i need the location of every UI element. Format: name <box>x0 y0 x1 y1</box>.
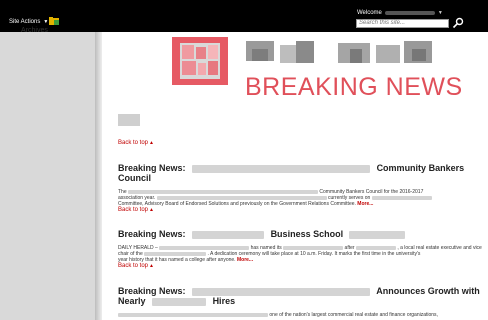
arrow-up-icon: ▲ <box>149 207 154 213</box>
redacted-text <box>192 287 371 296</box>
search-input[interactable]: Search this site... <box>356 19 449 28</box>
back-to-top-link[interactable]: Back to top ▲ <box>118 207 154 213</box>
redacted-text <box>118 312 268 317</box>
nav-archives-link[interactable]: Archives <box>21 27 48 34</box>
article-body: one of the nation's largest commercial r… <box>118 312 438 318</box>
headline-prefix: Breaking News: <box>118 229 186 239</box>
folder-icon[interactable] <box>49 17 59 25</box>
article-headline[interactable]: Breaking News: Business School <box>118 229 405 239</box>
article-body: Committee, Advisory Board of Endorsed So… <box>118 201 373 207</box>
site-actions-label: Site Actions <box>9 19 41 25</box>
back-to-top-label: Back to top <box>118 263 149 269</box>
article-headline[interactable]: Breaking News: Announces Growth with <box>118 286 480 296</box>
headline-suffix: Announces Growth with <box>376 286 480 296</box>
user-name-redacted <box>384 11 435 15</box>
more-link[interactable]: More... <box>237 257 253 263</box>
headline-line2-start: Nearly <box>118 296 146 306</box>
banner-title: BREAKING NEWS <box>245 73 463 101</box>
search-placeholder: Search this site... <box>359 20 406 26</box>
headline-line2-end: Hires <box>212 296 236 306</box>
headline-suffix: Business School <box>270 229 344 239</box>
body-text-segment: one of the nation's largest commercial r… <box>269 312 438 318</box>
more-link[interactable]: More... <box>357 201 373 207</box>
left-navigation: Archives <box>0 27 95 320</box>
redacted-text <box>192 230 265 239</box>
back-to-top-link[interactable]: Back to top ▲ <box>118 140 154 146</box>
banner-org-name-redacted <box>246 41 432 63</box>
article-headline-line2[interactable]: Council <box>118 173 151 183</box>
redacted-text <box>192 164 371 173</box>
arrow-up-icon: ▲ <box>149 263 154 269</box>
redacted-text <box>283 245 344 250</box>
search-icon[interactable] <box>452 17 464 29</box>
redacted-text <box>156 195 327 200</box>
article-headline[interactable]: Breaking News: Community Bankers <box>118 163 464 173</box>
redacted-text <box>348 230 405 239</box>
headline-prefix: Breaking News: <box>118 286 186 296</box>
redacted-text <box>128 189 319 194</box>
redacted-text <box>371 195 432 200</box>
redacted-text <box>144 251 207 256</box>
back-to-top-label: Back to top <box>118 207 149 213</box>
chevron-down-icon: ▼ <box>437 10 443 16</box>
headline-prefix: Breaking News: <box>118 163 186 173</box>
thumbnail-redacted <box>118 114 140 126</box>
nav-divider <box>95 32 102 320</box>
back-to-top-link[interactable]: Back to top ▲ <box>118 263 154 269</box>
article-headline-line2[interactable]: Nearly Hires <box>118 296 235 306</box>
headline-line2: Council <box>118 173 151 183</box>
headline-suffix: Community Bankers <box>376 163 465 173</box>
redacted-text <box>159 245 250 250</box>
site-actions-menu[interactable]: Site Actions ▼ <box>9 19 48 25</box>
redacted-text <box>355 245 396 250</box>
arrow-up-icon: ▲ <box>149 140 154 146</box>
redacted-text <box>152 297 207 306</box>
banner-logo-image <box>172 37 228 85</box>
welcome-label: Welcome <box>357 10 382 16</box>
chevron-down-icon: ▼ <box>43 19 49 25</box>
back-to-top-label: Back to top <box>118 140 149 146</box>
welcome-menu[interactable]: Welcome ▼ <box>357 10 443 16</box>
